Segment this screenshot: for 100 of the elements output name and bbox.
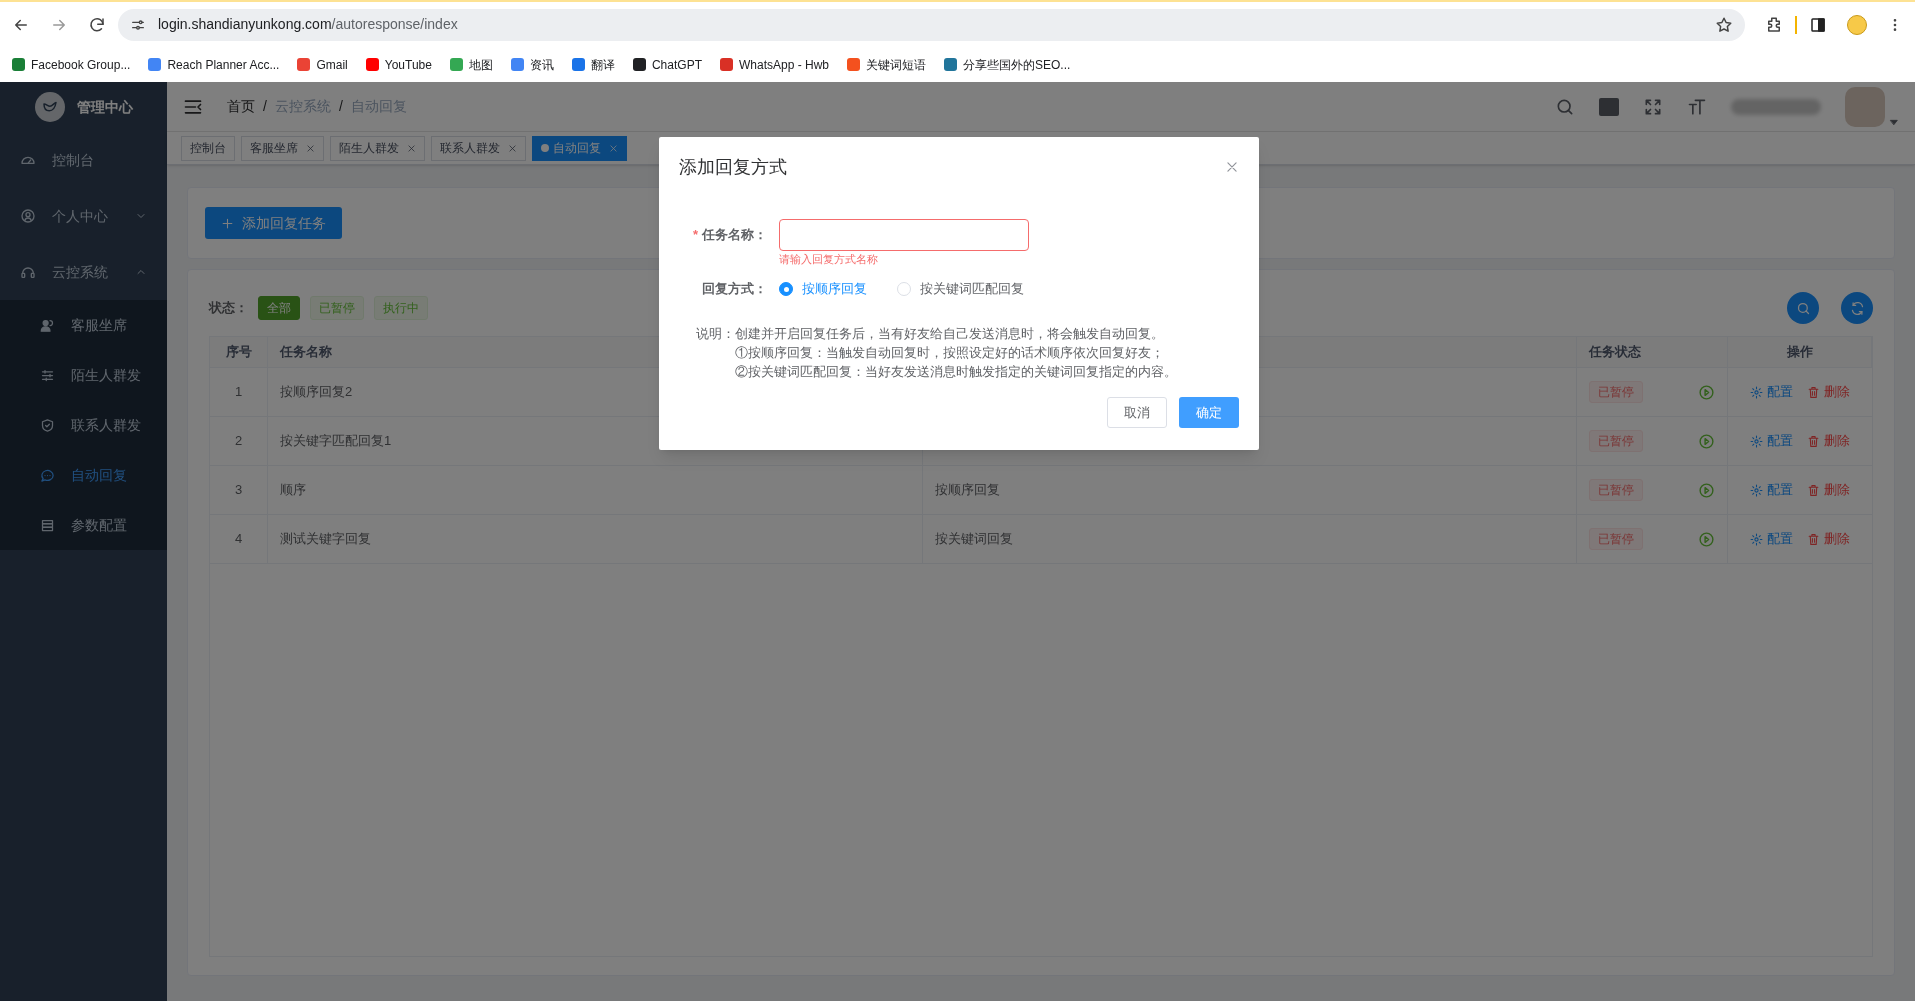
radio-option[interactable]: 按关键词匹配回复 bbox=[897, 279, 1024, 299]
task-name: 顺序 bbox=[280, 481, 306, 500]
cancel-button[interactable]: 取消 bbox=[1107, 397, 1167, 428]
bookmark-link[interactable]: ChatGPT bbox=[632, 55, 702, 74]
close-icon[interactable] bbox=[508, 143, 517, 153]
row-index: 2 bbox=[234, 432, 243, 451]
delete-link[interactable]: 删除 bbox=[1807, 529, 1850, 549]
play-icon[interactable] bbox=[1698, 432, 1715, 450]
tab[interactable]: 控制台 bbox=[181, 135, 235, 161]
status-tag: 已暂停 bbox=[1589, 430, 1643, 452]
task-name: 测试关键字回复 bbox=[280, 530, 371, 549]
row-index: 4 bbox=[234, 530, 243, 549]
sidebar-item[interactable]: 控制台 bbox=[0, 132, 167, 188]
note-text: ②按关键词匹配回复：当好友发送消息时触发指定的关键词回复指定的内容。 bbox=[735, 364, 1177, 381]
avatar-photo-placeholder[interactable] bbox=[1845, 86, 1885, 127]
trash-icon bbox=[1807, 385, 1820, 399]
column-header: 任务名称 bbox=[280, 343, 332, 362]
play-icon[interactable] bbox=[1698, 481, 1715, 499]
tab[interactable]: 客服坐席 bbox=[241, 135, 324, 161]
bookmark-link[interactable]: 翻译 bbox=[571, 55, 615, 74]
error-message: 请输入回复方式名称 bbox=[779, 252, 879, 267]
submenu-item[interactable]: 客服坐席 bbox=[0, 300, 167, 350]
dialog-title: 添加回复方式 bbox=[679, 155, 787, 179]
filter-tag[interactable]: 已暂停 bbox=[310, 296, 364, 320]
row-index: 1 bbox=[234, 383, 243, 402]
task-name-input[interactable] bbox=[779, 219, 1029, 251]
bookmark-link[interactable]: 资讯 bbox=[510, 55, 554, 74]
delete-link[interactable]: 删除 bbox=[1807, 382, 1850, 402]
filter-tag[interactable]: 执行中 bbox=[374, 296, 428, 320]
radio-option[interactable]: 按顺序回复 bbox=[779, 279, 867, 299]
side-panel-icon[interactable] bbox=[1809, 15, 1827, 34]
search-icon bbox=[1795, 300, 1811, 316]
delete-link[interactable]: 删除 bbox=[1807, 431, 1850, 451]
config-link[interactable]: 配置 bbox=[1750, 382, 1793, 402]
gear-icon bbox=[1750, 532, 1763, 546]
config-link[interactable]: 配置 bbox=[1750, 480, 1793, 500]
star-icon[interactable] bbox=[1715, 15, 1733, 34]
menu-item-icon bbox=[40, 517, 55, 533]
breadcrumb-item[interactable]: 首页 bbox=[227, 96, 255, 117]
close-icon[interactable] bbox=[609, 143, 618, 153]
close-icon[interactable] bbox=[1225, 160, 1239, 174]
radio-button[interactable] bbox=[779, 282, 793, 296]
menu-item-icon bbox=[20, 264, 36, 280]
tab[interactable]: 自动回复 bbox=[532, 135, 627, 161]
puzzle-icon[interactable] bbox=[1765, 15, 1783, 34]
bookmark-link[interactable]: Gmail bbox=[297, 55, 348, 74]
filter-tag[interactable]: 全部 bbox=[258, 296, 300, 320]
column-header: 序号 bbox=[225, 343, 252, 362]
bookmark-link[interactable]: WhatsApp - Hwb bbox=[719, 55, 829, 74]
tab[interactable]: 联系人群发 bbox=[431, 135, 526, 161]
play-icon[interactable] bbox=[1698, 530, 1715, 548]
bookmark-link[interactable]: Facebook Group... bbox=[12, 55, 131, 74]
menu-item-icon bbox=[40, 467, 55, 483]
address-bar[interactable]: login.shandianyunkong.com/autoresponse/index bbox=[118, 8, 1745, 41]
breadcrumb-separator: / bbox=[263, 97, 267, 116]
bookmark-link[interactable]: Reach Planner Acc... bbox=[148, 55, 280, 74]
menu-item-icon bbox=[20, 208, 36, 224]
search-button[interactable] bbox=[1787, 292, 1819, 324]
bookmark-link[interactable]: 关键词短语 bbox=[847, 55, 926, 74]
task-name: 按关键字匹配回复1 bbox=[280, 432, 392, 451]
logo-icon bbox=[34, 92, 65, 122]
field-label: 任务名称： bbox=[702, 226, 767, 245]
bookmark-link[interactable]: 分享些国外的SEO... bbox=[944, 55, 1071, 74]
sidebar-item[interactable]: 云控系统 bbox=[0, 244, 167, 300]
gear-icon bbox=[1750, 385, 1763, 399]
submenu-item[interactable]: 联系人群发 bbox=[0, 400, 167, 450]
app-title: 管理中心 bbox=[76, 97, 133, 117]
gear-icon bbox=[1750, 483, 1763, 497]
config-link[interactable]: 配置 bbox=[1750, 431, 1793, 451]
fullscreen-icon[interactable] bbox=[1643, 96, 1663, 117]
breadcrumb-separator: / bbox=[338, 97, 343, 116]
trash-icon bbox=[1807, 532, 1820, 546]
task-name: 按顺序回复2 bbox=[280, 383, 353, 402]
submenu-item[interactable]: 自动回复 bbox=[0, 450, 167, 500]
confirm-button[interactable]: 确定 bbox=[1179, 397, 1239, 428]
note-text: 创建并开启回复任务后，当有好友给自己发送消息时，将会触发自动回复。 bbox=[735, 326, 1165, 343]
trash-icon bbox=[1807, 483, 1820, 497]
menu-item-icon bbox=[40, 417, 55, 433]
filter-label: 状态： bbox=[209, 299, 248, 318]
submenu-item[interactable]: 参数配置 bbox=[0, 500, 167, 550]
reload-icon[interactable] bbox=[88, 15, 106, 34]
submenu-item[interactable]: 陌生人群发 bbox=[0, 350, 167, 400]
required-asterisk: * bbox=[692, 226, 698, 245]
close-icon[interactable] bbox=[306, 143, 315, 153]
url-text: login.shandianyunkong.com/autoresponse/index bbox=[158, 15, 459, 34]
play-icon[interactable] bbox=[1698, 383, 1715, 401]
reply-mode: 按顺序回复 bbox=[935, 481, 1000, 500]
column-header: 操作 bbox=[1786, 343, 1813, 362]
sidebar-item[interactable]: 个人中心 bbox=[0, 188, 167, 244]
field-label: 回复方式： bbox=[702, 280, 767, 299]
bookmark-link[interactable]: 地图 bbox=[449, 55, 493, 74]
refresh-button[interactable] bbox=[1841, 292, 1873, 324]
add-task-button[interactable]: 添加回复任务 bbox=[205, 207, 342, 239]
tab[interactable]: 陌生人群发 bbox=[330, 135, 425, 161]
trash-icon bbox=[1807, 434, 1820, 448]
config-link[interactable]: 配置 bbox=[1750, 529, 1793, 549]
close-icon[interactable] bbox=[407, 143, 416, 153]
bookmark-link[interactable]: YouTube bbox=[365, 55, 432, 74]
delete-link[interactable]: 删除 bbox=[1807, 480, 1850, 500]
note-text: ①按顺序回复：当触发自动回复时，按照设定好的话术顺序依次回复好友； bbox=[735, 345, 1165, 362]
